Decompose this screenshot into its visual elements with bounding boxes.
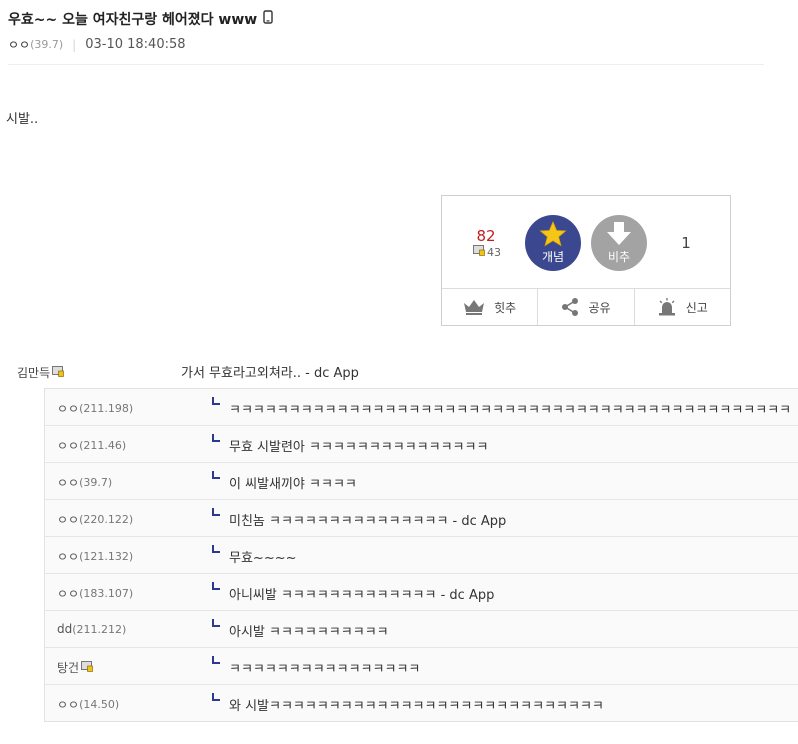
reply-nick-text: ㅇㅇ [57,402,80,416]
recommend-button[interactable]: 개념 [525,215,581,271]
down-arrow-icon [607,222,631,245]
reply-nick-text: ㅇㅇ [57,550,80,564]
recommend-count: 82 [476,227,496,245]
reply-nick[interactable]: dd (211.212) [57,622,126,636]
recommend-count-area: 82 43 [468,227,504,260]
reply-nick-text: ㅇㅇ [57,513,80,527]
reply-nick[interactable]: ㅇㅇ (220.122) [57,511,133,528]
meta-divider: | [72,38,77,52]
reply-text: 무효~~~~ [229,551,297,566]
vote-box: 82 43 개념 비추 1 힛추 공유 신고 [441,195,731,326]
reply-row: ㅇㅇ (211.46) 무효 시발련아 ㅋㅋㅋㅋㅋㅋㅋㅋㅋㅋㅋㅋㅋㅋㅋ [45,425,798,462]
reply-row: ㅇㅇ (183.107) 아니씨발 ㅋㅋㅋㅋㅋㅋㅋㅋㅋㅋㅋㅋㅋ - dc App [45,573,798,610]
report-button[interactable]: 신고 [633,289,730,325]
reply-row: 탕건 ㅋㅋㅋㅋㅋㅋㅋㅋㅋㅋㅋㅋㅋㅋㅋㅋ [45,647,798,684]
vote-actions: 힛추 공유 신고 [442,288,730,325]
recommend-label: 개념 [541,250,565,264]
post-meta: ㅇㅇ (39.7) | 03-10 18:40:58 [8,37,764,53]
reply-nick[interactable]: ㅇㅇ (14.50) [57,696,119,713]
reply-arrow-icon [212,656,220,664]
reply-arrow-icon [212,693,220,701]
reply-ip: (14.50) [79,698,120,711]
reply-ip: (39.7) [79,476,113,489]
reply-nick-text: dd [57,622,73,636]
crown-icon [464,300,485,315]
hit-recommend-button[interactable]: 힛추 [442,289,537,325]
reply-text: ㅋㅋㅋㅋㅋㅋㅋㅋㅋㅋㅋㅋㅋㅋㅋㅋ [229,662,421,677]
reply-text: 미친놈 ㅋㅋㅋㅋㅋㅋㅋㅋㅋㅋㅋㅋㅋㅋㅋ - dc App [229,514,507,529]
reply-text: 아니씨발 ㅋㅋㅋㅋㅋㅋㅋㅋㅋㅋㅋㅋㅋ - dc App [229,588,495,603]
reply-ip: (183.107) [79,587,134,600]
share-button[interactable]: 공유 [537,289,633,325]
reply-text: ㅋㅋㅋㅋㅋㅋㅋㅋㅋㅋㅋㅋㅋㅋㅋㅋㅋㅋㅋㅋㅋㅋㅋㅋㅋㅋㅋㅋㅋㅋㅋㅋㅋㅋㅋㅋㅋㅋㅋㅋ… [229,403,792,418]
fixed-recommend-count: 43 [487,245,501,259]
reply-arrow-icon [212,434,220,442]
reply-ip: (211.46) [79,439,127,452]
reply-nick-text: ㅇㅇ [57,587,80,601]
reply-text: 아시발 ㅋㅋㅋㅋㅋㅋㅋㅋㅋㅋ [229,625,389,640]
comment-nick[interactable]: 김만득 [17,364,64,381]
share-icon [562,298,579,316]
reply-nick[interactable]: ㅇㅇ (183.107) [57,585,133,602]
fixed-recommend-row: 43 [468,245,504,260]
reply-ip: (121.132) [79,550,134,563]
post-title: 우효~~ 오늘 여자친구랑 헤어졌다 www [8,10,764,30]
reply-nick[interactable]: ㅇㅇ (39.7) [57,474,112,491]
not-recommend-label: 비추 [607,250,631,264]
reply-nick[interactable]: ㅇㅇ (121.132) [57,548,133,565]
post-body: 시발.. [6,112,39,127]
share-label: 공유 [588,300,611,315]
phone-icon [263,10,273,30]
reply-ip: (211.212) [72,622,127,636]
reply-arrow-icon [212,397,220,405]
fixed-nick-icon [52,365,64,380]
hit-recommend-label: 힛추 [494,300,517,315]
post-title-text: 우효~~ 오늘 여자친구랑 헤어졌다 www [8,12,258,28]
post-date: 03-10 18:40:58 [85,37,186,52]
author-nick[interactable]: ㅇㅇ [8,37,30,53]
author-ip: (39.7) [30,38,64,51]
reply-row: ㅇㅇ (14.50) 와 시발ㅋㅋㅋㅋㅋㅋㅋㅋㅋㅋㅋㅋㅋㅋㅋㅋㅋㅋㅋㅋㅋㅋㅋㅋㅋㅋ… [45,684,798,721]
reply-arrow-icon [212,619,220,627]
reply-text: 이 씨발새끼야 ㅋㅋㅋㅋ [229,477,357,492]
reply-arrow-icon [212,582,220,590]
reply-nick-text: ㅇㅇ [57,698,80,712]
reply-arrow-icon [212,471,220,479]
reply-arrow-icon [212,508,220,516]
fixed-nick-icon [473,245,485,260]
reply-list: ㅇㅇ (211.198) ㅋㅋㅋㅋㅋㅋㅋㅋㅋㅋㅋㅋㅋㅋㅋㅋㅋㅋㅋㅋㅋㅋㅋㅋㅋㅋㅋㅋ… [44,388,798,722]
siren-icon [658,298,675,316]
reply-row: ㅇㅇ (220.122) 미친놈 ㅋㅋㅋㅋㅋㅋㅋㅋㅋㅋㅋㅋㅋㅋㅋ - dc App [45,499,798,536]
post-header: 우효~~ 오늘 여자친구랑 헤어졌다 www ㅇㅇ (39.7) | 03-10… [8,10,764,65]
star-icon [539,221,567,247]
not-recommend-count: 1 [681,234,691,252]
comment-row: 김만득 가서 무효라고외쳐라.. - dc App [17,362,798,382]
reply-text: 와 시발ㅋㅋㅋㅋㅋㅋㅋㅋㅋㅋㅋㅋㅋㅋㅋㅋㅋㅋㅋㅋㅋㅋㅋㅋㅋㅋㅋㅋ [229,699,604,714]
reply-nick-text: 탕건 [57,661,80,675]
reply-nick[interactable]: ㅇㅇ (211.46) [57,437,126,454]
vote-top: 82 43 개념 비추 1 [442,196,730,288]
reply-row: ㅇㅇ (39.7) 이 씨발새끼야 ㅋㅋㅋㅋ [45,462,798,499]
reply-row: ㅇㅇ (211.198) ㅋㅋㅋㅋㅋㅋㅋㅋㅋㅋㅋㅋㅋㅋㅋㅋㅋㅋㅋㅋㅋㅋㅋㅋㅋㅋㅋㅋ… [45,389,798,425]
reply-row: ㅇㅇ (121.132) 무효~~~~ [45,536,798,573]
fixed-nick-icon [81,660,93,675]
reply-nick[interactable]: ㅇㅇ (211.198) [57,400,133,417]
reply-ip: (211.198) [79,402,134,415]
reply-ip: (220.122) [79,513,134,526]
reply-nick-text: ㅇㅇ [57,439,80,453]
comment-nick-text: 김만득 [17,366,51,380]
not-recommend-button[interactable]: 비추 [591,215,647,271]
comment-text: 가서 무효라고외쳐라.. - dc App [181,366,359,381]
reply-nick[interactable]: 탕건 [57,659,93,676]
report-label: 신고 [685,300,708,315]
reply-arrow-icon [212,545,220,553]
reply-row: dd (211.212) 아시발 ㅋㅋㅋㅋㅋㅋㅋㅋㅋㅋ [45,610,798,647]
reply-text: 무효 시발련아 ㅋㅋㅋㅋㅋㅋㅋㅋㅋㅋㅋㅋㅋㅋㅋ [229,440,489,455]
reply-nick-text: ㅇㅇ [57,476,80,490]
